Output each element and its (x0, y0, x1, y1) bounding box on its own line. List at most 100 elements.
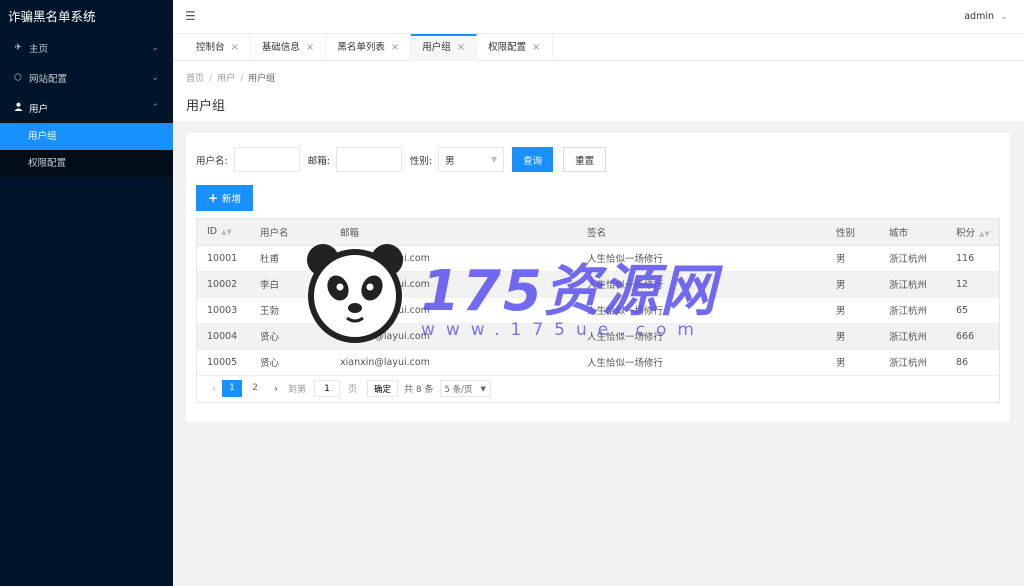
goto-label: 到第 (288, 385, 307, 395)
cell-gender: 男 (826, 271, 879, 298)
tab-basic-info[interactable]: 基础信息 × (251, 34, 327, 61)
caret-down-icon: ▼ (480, 384, 486, 393)
column-header-label: 积分 (956, 227, 976, 239)
page-jump-button[interactable]: 确定 (367, 380, 399, 397)
page-size-value: 5 条/页 (444, 384, 473, 395)
breadcrumb-home[interactable]: 首页 (186, 74, 204, 84)
cube-icon: ⬡ (14, 73, 22, 83)
breadcrumb-current: 用户组 (248, 74, 276, 84)
cell-score: 65 (946, 297, 999, 324)
page-size-select[interactable]: 5 条/页 ▼ (439, 380, 491, 397)
tab-label: 黑名单列表 (337, 42, 385, 53)
gender-label: 性别: (409, 155, 433, 167)
cell-email: xianxin@layui.com (330, 297, 577, 324)
gender-select[interactable]: 男 ▼ (438, 147, 505, 172)
cell-score: 12 (946, 271, 999, 298)
email-input[interactable] (335, 147, 402, 172)
cell-gender: 男 (826, 245, 879, 272)
breadcrumb-parent[interactable]: 用户 (217, 74, 235, 84)
cell-id: 10003 (197, 297, 250, 324)
menu-fold-icon[interactable]: ☰ (185, 9, 196, 23)
chevron-up-icon: ⌃ (151, 103, 159, 113)
cell-username: 贤心 (250, 349, 330, 376)
cell-email: xianxin@layui.com (330, 245, 577, 272)
table-row[interactable]: 10003 王勃 xianxin@layui.com 人生恰似一场修行 男 浙江… (197, 297, 999, 324)
cell-email: xianxin@layui.com (330, 323, 577, 350)
top-header: ☰ admin ⌄ (173, 0, 1024, 34)
reset-button[interactable]: 重置 (563, 147, 607, 172)
tab-user-group[interactable]: 用户组 × (411, 34, 478, 61)
cell-gender: 男 (826, 297, 879, 324)
send-icon: ✈ (14, 43, 22, 53)
user-name: admin (964, 11, 994, 22)
page-jump-input[interactable] (314, 380, 341, 397)
close-icon[interactable]: × (532, 42, 540, 53)
query-button[interactable]: 查询 (512, 147, 554, 172)
close-icon[interactable]: × (457, 42, 465, 53)
user-menu[interactable]: admin ⌄ (964, 11, 1008, 22)
cell-signature: 人生恰似一场修行 (577, 245, 826, 272)
cell-score: 116 (946, 245, 999, 272)
cell-score: 86 (946, 349, 999, 376)
breadcrumb-separator: / (240, 74, 244, 84)
column-header-email: 邮箱 (330, 219, 577, 246)
page-number-1[interactable]: 1 (222, 380, 242, 397)
sort-icon[interactable]: ▲▼ (979, 230, 990, 238)
cell-id: 10001 (197, 245, 250, 272)
table-row[interactable]: 10002 李白 xianxin@layui.com 人生恰似一场修行 男 浙江… (197, 271, 999, 298)
cell-email: xianxin@layui.com (330, 349, 577, 376)
cell-signature: 人生恰似一场修行 (577, 297, 826, 324)
cell-gender: 男 (826, 323, 879, 350)
table-row[interactable]: 10004 贤心 xianxin@layui.com 人生恰似一场修行 男 浙江… (197, 323, 999, 350)
pagination: ‹ 1 2 › 到第 页 确定 共 8 条 5 条/页 ▼ (197, 376, 999, 402)
cell-username: 李白 (250, 271, 330, 298)
cell-id: 10002 (197, 271, 250, 298)
cell-score: 666 (946, 323, 999, 350)
username-label: 用户名: (196, 155, 228, 167)
sidebar-item-label: 主页 (29, 44, 49, 55)
page-title: 用户组 (186, 99, 226, 114)
chevron-down-icon: ⌄ (151, 73, 159, 83)
sidebar-item-user[interactable]: 用户 ⌃ (0, 93, 173, 123)
user-icon (12, 102, 24, 114)
cell-city: 浙江杭州 (879, 349, 946, 376)
username-input[interactable] (233, 147, 300, 172)
table-header-row: ID ▲▼ 用户名 邮箱 签名 性别 城市 积分 ▲▼ (197, 219, 999, 246)
close-icon[interactable]: × (391, 42, 399, 53)
close-icon[interactable]: × (231, 42, 239, 53)
sidebar-item-label: 用户 (29, 104, 49, 115)
cell-email: xianxin@layui.com (330, 271, 577, 298)
cell-id: 10004 (197, 323, 250, 350)
cell-gender: 男 (826, 349, 879, 376)
app-title: 诈骗黑名单系统 (0, 0, 173, 33)
breadcrumb-separator: / (209, 74, 213, 84)
cell-username: 贤心 (250, 323, 330, 350)
column-header-score[interactable]: 积分 ▲▼ (946, 219, 999, 246)
chevron-down-icon: ⌄ (1000, 11, 1008, 22)
page-number-2[interactable]: 2 (245, 380, 265, 397)
tab-dashboard[interactable]: 控制台 × (185, 34, 251, 61)
tab-blacklist[interactable]: 黑名单列表 × (326, 34, 412, 61)
cell-city: 浙江杭州 (879, 245, 946, 272)
column-header-id[interactable]: ID ▲▼ (197, 219, 250, 246)
column-header-username: 用户名 (250, 219, 330, 246)
chevron-down-icon: ⌄ (151, 43, 159, 53)
sidebar-subitem-user-group[interactable]: 用户组 (0, 123, 173, 150)
sidebar-item-site-config[interactable]: ⬡ 网站配置 ⌄ (0, 63, 173, 93)
chevron-left-icon[interactable]: ‹ (206, 382, 222, 395)
plus-icon: + (207, 191, 219, 205)
table-row[interactable]: 10005 贤心 xianxin@layui.com 人生恰似一场修行 男 浙江… (197, 349, 999, 376)
search-form: 用户名: 邮箱: 性别: 男 ▼ 查询 重置 (196, 147, 607, 172)
sidebar-subitem-permissions[interactable]: 权限配置 (0, 150, 173, 177)
chevron-right-icon[interactable]: › (268, 382, 284, 395)
sidebar-item-label: 网站配置 (29, 74, 68, 85)
table-row[interactable]: 10001 杜甫 xianxin@layui.com 人生恰似一场修行 男 浙江… (197, 245, 999, 272)
caret-down-icon: ▼ (490, 155, 498, 164)
sidebar-item-home[interactable]: ✈ 主页 ⌄ (0, 33, 173, 63)
add-button[interactable]: + 新增 (196, 185, 253, 211)
tab-permissions[interactable]: 权限配置 × (477, 34, 553, 61)
page-unit-label: 页 (348, 385, 358, 395)
close-icon[interactable]: × (306, 42, 314, 53)
sort-icon[interactable]: ▲▼ (221, 228, 232, 236)
column-header-signature: 签名 (577, 219, 826, 246)
